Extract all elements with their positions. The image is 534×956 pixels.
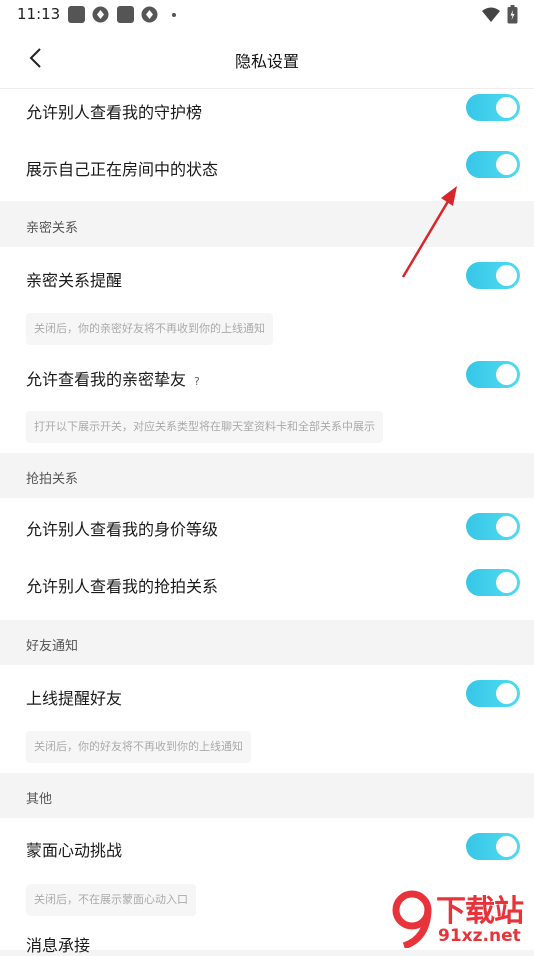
nav-header: 隐私设置 [0, 30, 534, 89]
masked-heartbeat-hint: 关闭后，不在展示蒙面心动入口 [26, 884, 196, 916]
view-grab-relation-label: 允许别人查看我的抢拍关系 [26, 577, 219, 596]
intimate-reminder-toggle[interactable] [466, 262, 520, 289]
wifi-icon [482, 7, 500, 22]
room-status-label: 展示自己正在房间中的状态 [26, 160, 219, 179]
page-title: 隐私设置 [234, 52, 299, 71]
view-value-level-label: 允许别人查看我的身价等级 [26, 520, 219, 539]
toggle-knob [496, 265, 517, 286]
section-title-other: 其他 [26, 792, 53, 807]
section-title-grab: 抢拍关系 [26, 472, 79, 487]
more-notifications-dot [172, 13, 176, 17]
settings-group-friend-notify: 上线提醒好友 关闭后，你的好友将不再收到你的上线通知 [0, 665, 534, 773]
section-title-intimate: 亲密关系 [26, 221, 79, 236]
online-reminder-hint: 关闭后，你的好友将不再收到你的上线通知 [26, 731, 251, 763]
watermark-url: 91xz.net [438, 926, 521, 946]
view-intimate-friends-row: 允许查看我的亲密挚友? [26, 366, 200, 390]
guard-list-toggle[interactable] [466, 94, 520, 121]
watermark: 下载站 91xz.net [392, 886, 534, 950]
view-grab-relation-toggle[interactable] [466, 569, 520, 596]
toggle-knob [496, 836, 517, 857]
status-time: 11:13 [17, 5, 61, 23]
message-relay-label[interactable]: 消息承接 [26, 932, 90, 956]
online-reminder-toggle[interactable] [466, 680, 520, 707]
app-notification-icon-2 [141, 6, 158, 23]
notification-icon-2 [117, 6, 134, 23]
intimate-reminder-label: 亲密关系提醒 [26, 271, 123, 290]
notification-icon [68, 6, 85, 23]
masked-heartbeat-label: 蒙面心动挑战 [26, 841, 123, 860]
watermark-text: 下载站 [436, 894, 524, 929]
app-notification-icon [92, 6, 109, 23]
help-icon[interactable]: ? [194, 375, 200, 388]
online-reminder-label: 上线提醒好友 [26, 689, 123, 708]
view-value-level-toggle[interactable] [466, 513, 520, 540]
toggle-knob [496, 364, 517, 385]
annotation-arrow-icon [401, 186, 457, 278]
room-status-toggle[interactable] [466, 151, 520, 178]
masked-heartbeat-toggle[interactable] [466, 833, 520, 860]
guard-list-label: 允许别人查看我的守护榜 [26, 103, 203, 122]
intimate-friends-hint: 打开以下展示开关，对应关系类型将在聊天室资料卡和全部关系中展示 [26, 411, 383, 443]
toggle-knob [496, 154, 517, 175]
toggle-knob [496, 97, 517, 118]
view-intimate-friends-label: 允许查看我的亲密挚友 [26, 370, 187, 389]
battery-icon [507, 5, 518, 24]
section-title-friend-notify: 好友通知 [26, 639, 79, 654]
settings-group-grab: 允许别人查看我的身价等级 允许别人查看我的抢拍关系 [0, 498, 534, 620]
status-bar: 11:13 [0, 0, 534, 30]
view-intimate-friends-toggle[interactable] [466, 361, 520, 388]
intimate-reminder-hint: 关闭后，你的亲密好友将不再收到你的上线通知 [26, 313, 273, 345]
watermark-logo-icon [392, 890, 432, 948]
toggle-knob [496, 683, 517, 704]
toggle-knob [496, 516, 517, 537]
toggle-knob [496, 572, 517, 593]
